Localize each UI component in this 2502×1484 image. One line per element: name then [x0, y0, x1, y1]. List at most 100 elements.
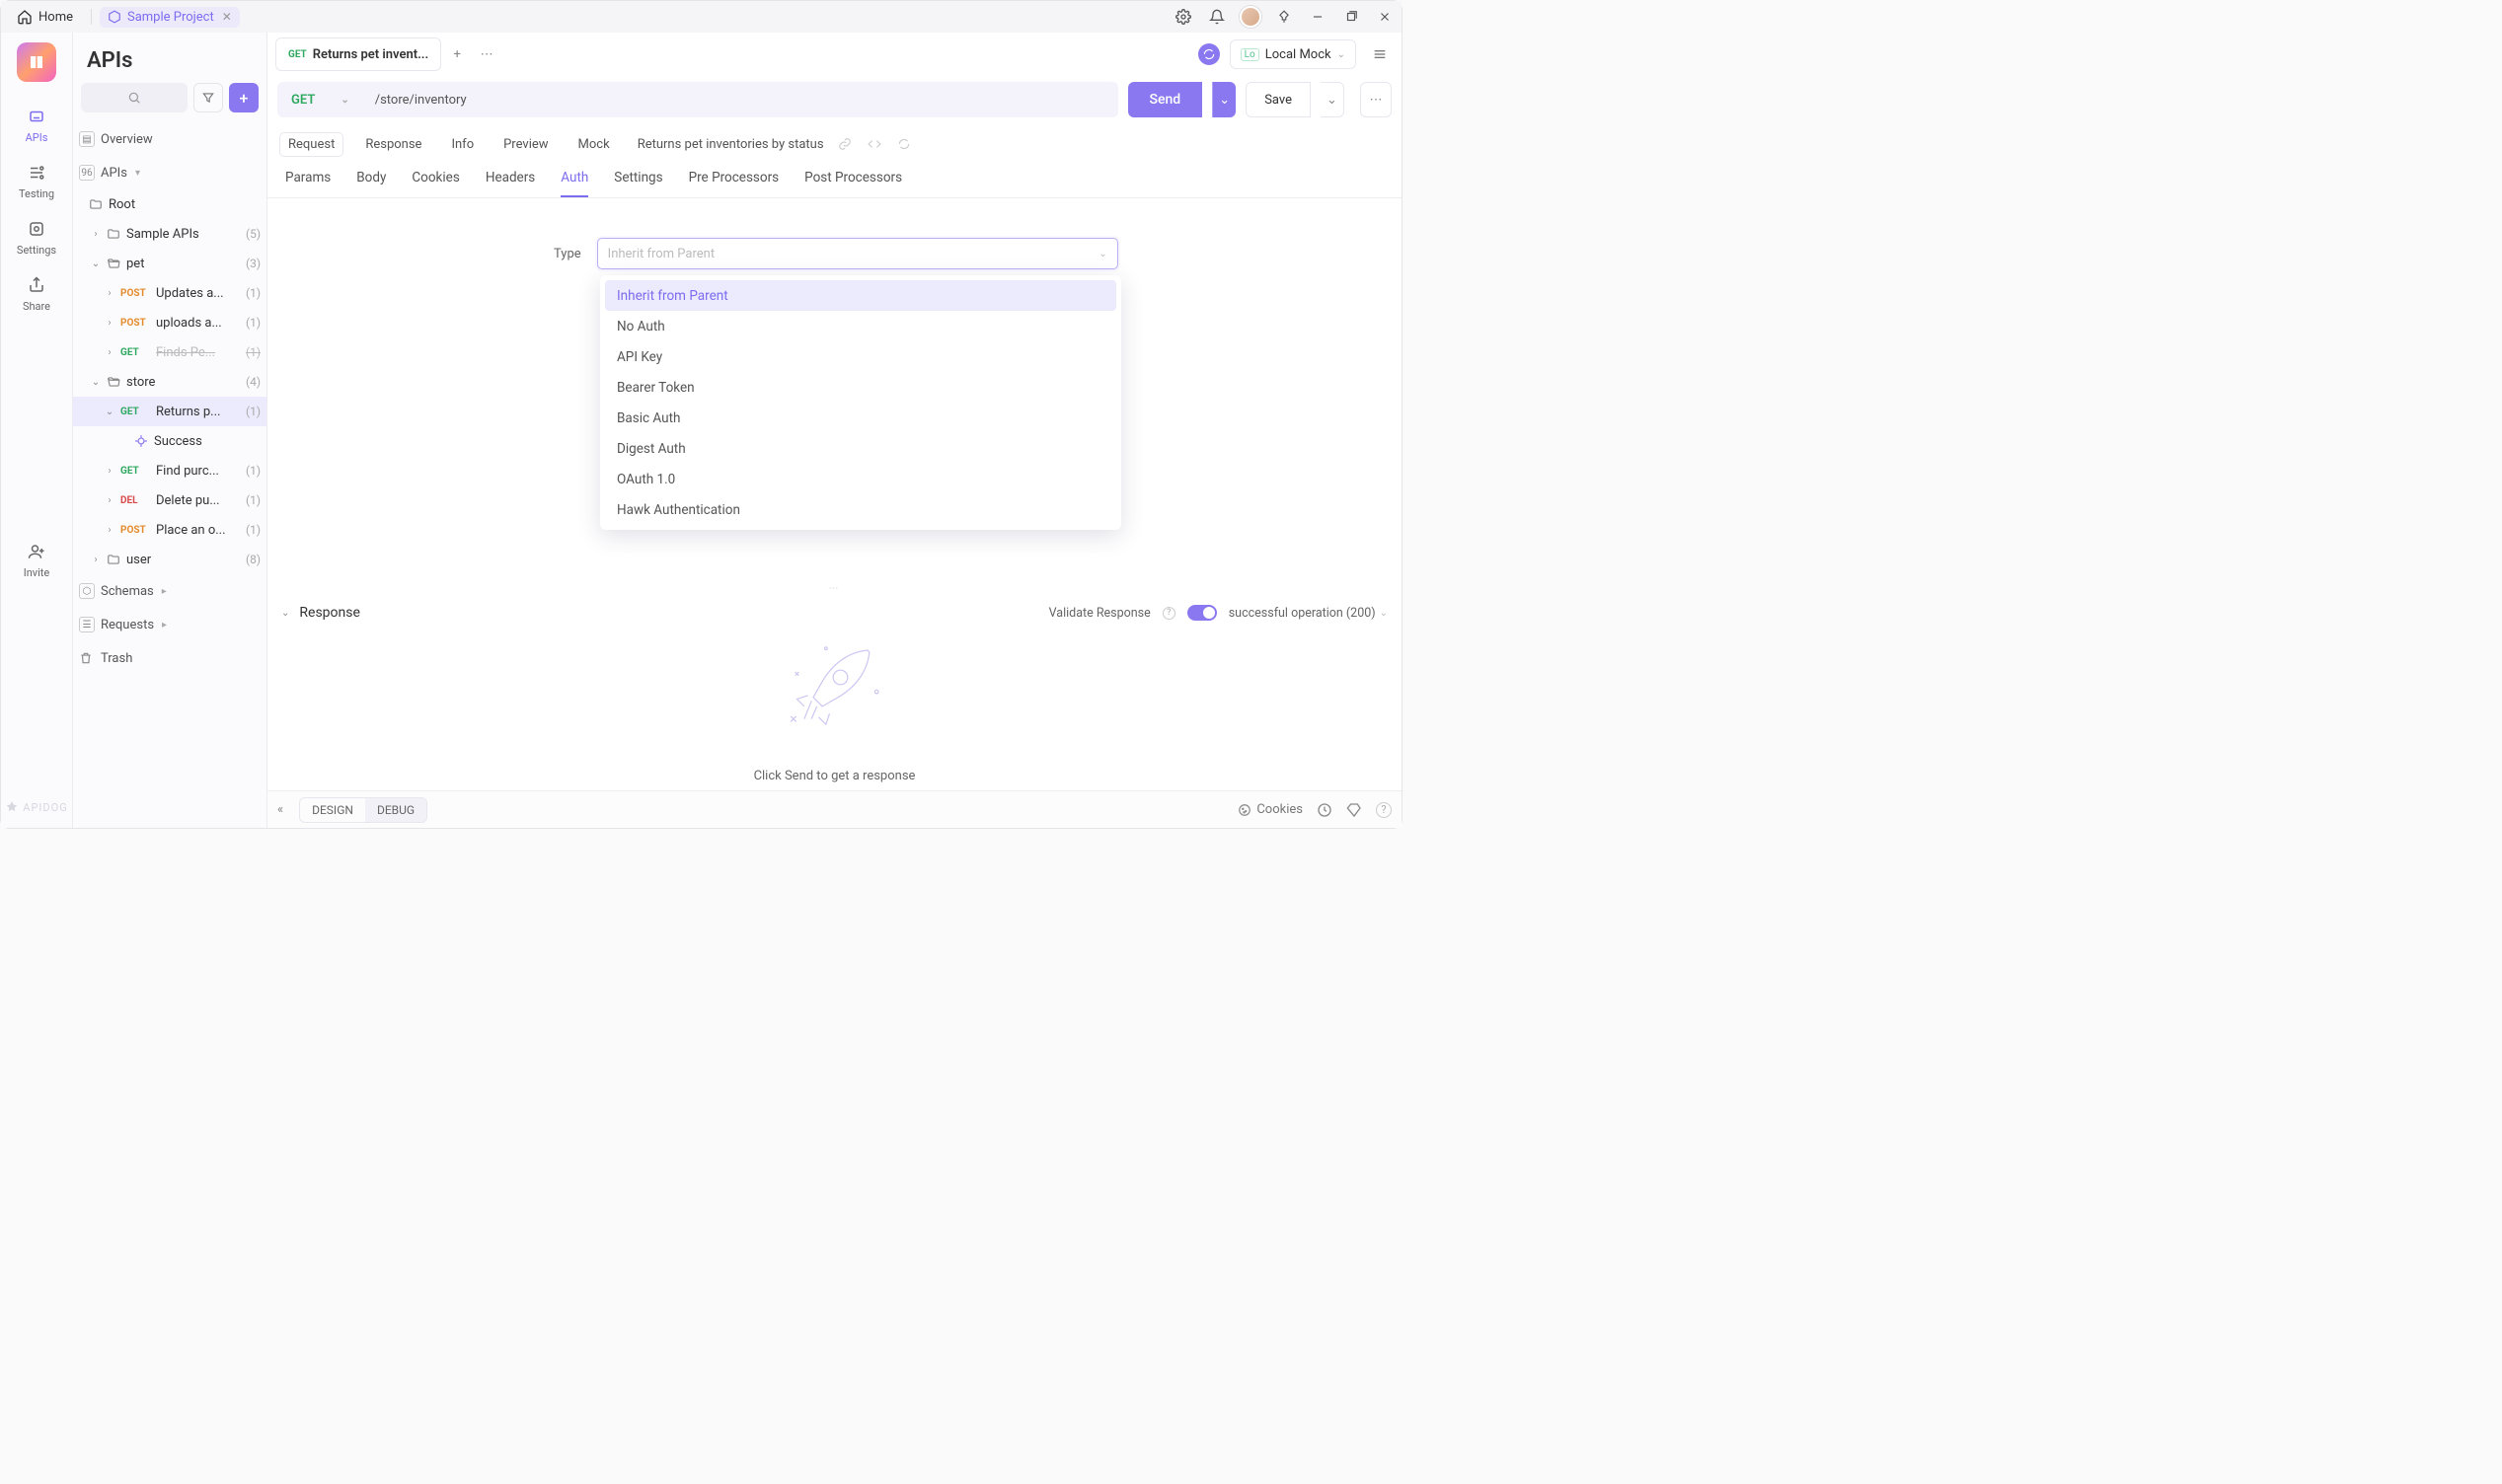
cookies-button[interactable]: Cookies	[1238, 802, 1303, 817]
collapse-panel-icon[interactable]: «	[277, 802, 283, 817]
minimize-icon[interactable]	[1307, 6, 1328, 28]
settings-icon[interactable]	[1173, 6, 1194, 28]
menu-icon[interactable]	[1366, 40, 1394, 68]
keyboard-icon[interactable]	[1317, 802, 1332, 818]
help-footer-icon[interactable]: ?	[1376, 802, 1392, 818]
api-row-selected[interactable]: ⌄ GET Returns p... (1)	[73, 397, 266, 426]
help-icon[interactable]: ?	[1163, 607, 1175, 620]
feedback-icon[interactable]	[1346, 802, 1362, 818]
app-logo[interactable]	[17, 42, 56, 82]
root-folder[interactable]: Root	[73, 189, 266, 219]
search-input[interactable]	[81, 83, 188, 112]
bell-icon[interactable]	[1206, 6, 1228, 28]
filter-button[interactable]	[193, 83, 223, 112]
chevron-right-icon[interactable]: ›	[89, 229, 103, 240]
subtab-settings[interactable]: Settings	[614, 170, 662, 197]
rail-settings[interactable]: Settings	[7, 212, 66, 264]
dropdown-option[interactable]: Hawk Authentication	[605, 494, 1116, 525]
api-row[interactable]: › POST Updates a... (1)	[73, 278, 266, 308]
tab-response[interactable]: Response	[357, 133, 429, 156]
subtab-headers[interactable]: Headers	[486, 170, 535, 197]
chevron-down-icon[interactable]: ⌄	[281, 608, 289, 619]
add-button[interactable]: +	[229, 83, 259, 112]
link-icon[interactable]	[838, 137, 854, 151]
rail-testing[interactable]: Testing	[7, 156, 66, 208]
subtab-postprocessors[interactable]: Post Processors	[804, 170, 902, 197]
mode-design[interactable]: DESIGN	[300, 798, 365, 822]
chevron-right-icon[interactable]: ›	[103, 288, 116, 299]
sync-badge[interactable]	[1198, 43, 1220, 65]
method-select[interactable]: GET ⌄	[277, 82, 363, 117]
example-row[interactable]: Success	[73, 426, 266, 456]
chevron-right-icon[interactable]: ›	[89, 555, 103, 565]
more-button[interactable]: ⋯	[1360, 82, 1392, 117]
chevron-down-icon[interactable]: ⌄	[89, 259, 103, 269]
rail-apis[interactable]: APIs	[7, 100, 66, 152]
chevron-down-icon: ⌄	[1099, 249, 1106, 260]
doc-tab[interactable]: GET Returns pet invent...	[275, 37, 441, 71]
dropdown-option[interactable]: Bearer Token	[605, 372, 1116, 403]
tab-more-button[interactable]: ⋯	[473, 40, 500, 68]
overview-row[interactable]: ▤ Overview	[73, 122, 266, 156]
chevron-down-icon[interactable]: ⌄	[89, 377, 103, 388]
rail-share[interactable]: Share	[7, 268, 66, 321]
avatar[interactable]	[1240, 6, 1261, 28]
api-row[interactable]: › POST Place an o... (1)	[73, 515, 266, 545]
tab-preview[interactable]: Preview	[495, 133, 556, 156]
schemas-group[interactable]: ⬡ Schemas ▸	[73, 574, 266, 608]
home-tab[interactable]: Home	[7, 5, 83, 29]
url-input[interactable]: /store/inventory	[363, 82, 1118, 117]
auth-type-select[interactable]: Inherit from Parent ⌄	[597, 238, 1118, 269]
mode-debug[interactable]: DEBUG	[365, 798, 426, 822]
maximize-icon[interactable]	[1340, 6, 1362, 28]
chevron-right-icon[interactable]: ›	[103, 495, 116, 506]
chevron-right-icon[interactable]: ›	[103, 318, 116, 329]
tab-request[interactable]: Request	[279, 132, 343, 157]
dropdown-option[interactable]: Inherit from Parent	[605, 280, 1116, 311]
api-row[interactable]: › GET Find purc... (1)	[73, 456, 266, 485]
trash-row[interactable]: Trash	[73, 641, 266, 675]
tab-mock[interactable]: Mock	[570, 133, 618, 156]
pin-icon[interactable]	[1273, 6, 1295, 28]
subtab-body[interactable]: Body	[356, 170, 386, 197]
subtab-preprocessors[interactable]: Pre Processors	[689, 170, 780, 197]
rail-invite[interactable]: Invite	[7, 535, 66, 587]
chevron-right-icon[interactable]: ›	[103, 525, 116, 536]
save-button[interactable]: Save	[1246, 82, 1311, 117]
chevron-right-icon[interactable]: ›	[103, 347, 116, 358]
user-folder[interactable]: › user (8)	[73, 545, 266, 574]
send-dropdown[interactable]: ⌄	[1212, 82, 1236, 117]
environment-select[interactable]: Lo Local Mock ⌄	[1230, 39, 1356, 69]
close-icon[interactable]: ✕	[222, 10, 232, 24]
tab-info[interactable]: Info	[443, 133, 482, 156]
dropdown-option[interactable]: No Auth	[605, 311, 1116, 341]
refresh-icon[interactable]	[897, 137, 913, 151]
dropdown-option[interactable]: Digest Auth	[605, 433, 1116, 464]
send-button[interactable]: Send	[1128, 82, 1203, 117]
new-tab-button[interactable]: +	[443, 40, 471, 68]
dropdown-option[interactable]: OAuth 1.0	[605, 464, 1116, 494]
chevron-right-icon[interactable]: ›	[103, 466, 116, 477]
pet-folder[interactable]: ⌄ pet (3)	[73, 249, 266, 278]
sample-apis-folder[interactable]: › Sample APIs (5)	[73, 219, 266, 249]
save-dropdown[interactable]: ⌄	[1321, 82, 1344, 117]
tree-label: Returns p...	[156, 405, 240, 419]
dropdown-option[interactable]: Basic Auth	[605, 403, 1116, 433]
requests-group[interactable]: ☰ Requests ▸	[73, 608, 266, 641]
code-icon[interactable]	[868, 137, 883, 151]
cookies-label: Cookies	[1256, 802, 1303, 817]
chevron-down-icon[interactable]: ⌄	[103, 407, 116, 417]
subtab-auth[interactable]: Auth	[561, 170, 588, 197]
subtab-cookies[interactable]: Cookies	[412, 170, 459, 197]
project-tab[interactable]: Sample Project ✕	[100, 7, 240, 28]
dropdown-option[interactable]: API Key	[605, 341, 1116, 372]
api-row[interactable]: › POST uploads a... (1)	[73, 308, 266, 337]
api-row-deprecated[interactable]: › GET Finds Pe... (1)	[73, 337, 266, 367]
response-status-select[interactable]: successful operation (200) ⌄	[1229, 606, 1388, 621]
api-row[interactable]: › DEL Delete pu... (1)	[73, 485, 266, 515]
close-window-icon[interactable]	[1374, 6, 1396, 28]
store-folder[interactable]: ⌄ store (4)	[73, 367, 266, 397]
apis-group[interactable]: 96 APIs ▾	[73, 156, 266, 189]
validate-toggle[interactable]	[1187, 605, 1217, 621]
subtab-params[interactable]: Params	[285, 170, 331, 197]
